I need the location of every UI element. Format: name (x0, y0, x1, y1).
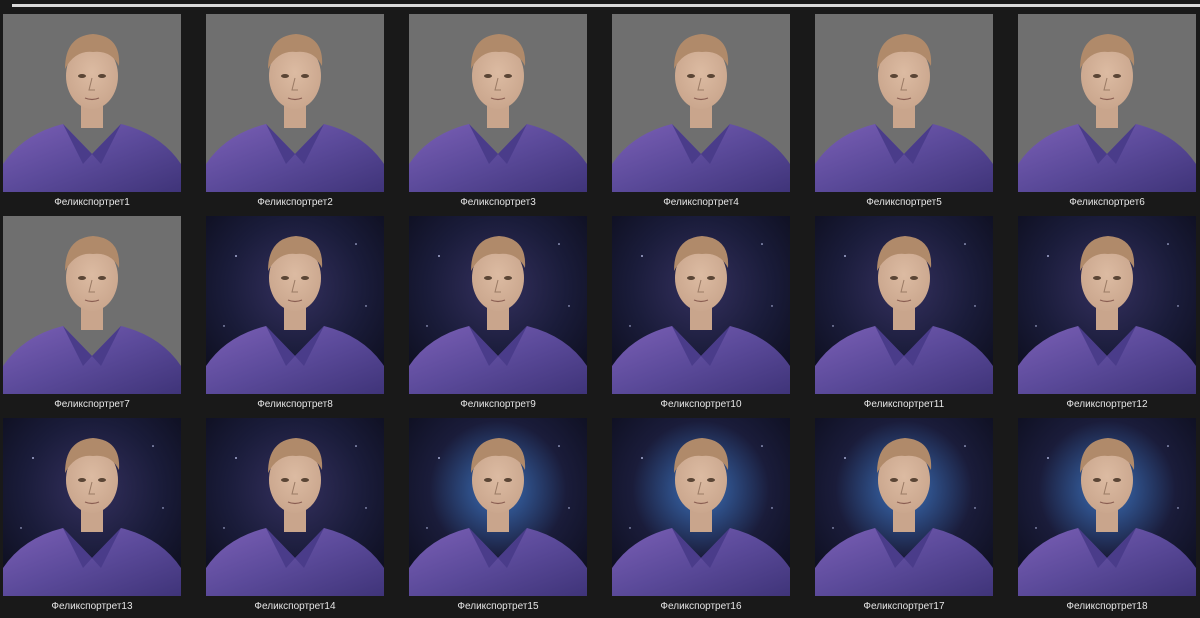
thumbnail-preview[interactable] (206, 216, 384, 394)
file-thumbnail[interactable]: Феликспортрет2 (206, 14, 384, 214)
thumbnail-preview[interactable] (1018, 216, 1196, 394)
file-name-label[interactable]: Феликспортрет3 (409, 197, 587, 208)
portrait-thumbnail-image (409, 14, 587, 192)
file-thumbnail[interactable]: Феликспортрет8 (206, 216, 384, 416)
file-thumbnail[interactable]: Феликспортрет11 (815, 216, 993, 416)
file-thumbnail[interactable]: Феликспортрет4 (612, 14, 790, 214)
file-name-label[interactable]: Феликспортрет12 (1018, 399, 1196, 410)
thumbnail-preview[interactable] (815, 418, 993, 596)
file-name-label[interactable]: Феликспортрет7 (3, 399, 181, 410)
file-thumbnail[interactable]: Феликспортрет17 (815, 418, 993, 618)
file-thumbnail[interactable]: Феликспортрет6 (1018, 14, 1196, 214)
thumbnail-preview[interactable] (612, 418, 790, 596)
thumbnail-preview[interactable] (206, 418, 384, 596)
file-thumbnail[interactable]: Феликспортрет12 (1018, 216, 1196, 416)
portrait-thumbnail-image (815, 216, 993, 394)
file-name-label[interactable]: Феликспортрет1 (3, 197, 181, 208)
portrait-thumbnail-image (206, 14, 384, 192)
file-thumbnail[interactable]: Феликспортрет5 (815, 14, 993, 214)
file-name-label[interactable]: Феликспортрет16 (612, 601, 790, 612)
thumbnail-preview[interactable] (3, 216, 181, 394)
portrait-thumbnail-image (409, 418, 587, 596)
portrait-thumbnail-image (815, 418, 993, 596)
thumbnail-preview[interactable] (1018, 14, 1196, 192)
thumbnail-preview[interactable] (815, 14, 993, 192)
thumbnail-preview[interactable] (409, 418, 587, 596)
file-name-label[interactable]: Феликспортрет14 (206, 601, 384, 612)
file-thumbnail[interactable]: Феликспортрет1 (3, 14, 181, 214)
portrait-thumbnail-image (612, 14, 790, 192)
portrait-thumbnail-image (612, 216, 790, 394)
thumbnail-preview[interactable] (815, 216, 993, 394)
thumbnail-preview[interactable] (612, 14, 790, 192)
portrait-thumbnail-image (1018, 216, 1196, 394)
portrait-thumbnail-image (3, 418, 181, 596)
thumbnail-preview[interactable] (206, 14, 384, 192)
thumbnail-preview[interactable] (409, 216, 587, 394)
portrait-thumbnail-image (815, 14, 993, 192)
portrait-thumbnail-image (206, 418, 384, 596)
portrait-thumbnail-image (3, 216, 181, 394)
file-name-label[interactable]: Феликспортрет15 (409, 601, 587, 612)
thumbnail-preview[interactable] (409, 14, 587, 192)
file-name-label[interactable]: Феликспортрет6 (1018, 197, 1196, 208)
portrait-thumbnail-image (409, 216, 587, 394)
file-name-label[interactable]: Феликспортрет17 (815, 601, 993, 612)
file-name-label[interactable]: Феликспортрет9 (409, 399, 587, 410)
file-name-label[interactable]: Феликспортрет11 (815, 399, 993, 410)
file-name-label[interactable]: Феликспортрет8 (206, 399, 384, 410)
file-thumbnail[interactable]: Феликспортрет9 (409, 216, 587, 416)
file-thumbnail[interactable]: Феликспортрет14 (206, 418, 384, 618)
thumbnail-preview[interactable] (1018, 418, 1196, 596)
file-name-label[interactable]: Феликспортрет13 (3, 601, 181, 612)
thumbnail-grid: Феликспортрет1 Феликспортрет2 Феликспорт… (0, 0, 1200, 613)
thumbnail-preview[interactable] (3, 14, 181, 192)
portrait-thumbnail-image (3, 14, 181, 192)
file-thumbnail[interactable]: Феликспортрет18 (1018, 418, 1196, 618)
file-thumbnail[interactable]: Феликспортрет7 (3, 216, 181, 416)
portrait-thumbnail-image (1018, 14, 1196, 192)
file-thumbnail[interactable]: Феликспортрет15 (409, 418, 587, 618)
thumbnail-preview[interactable] (3, 418, 181, 596)
file-name-label[interactable]: Феликспортрет4 (612, 197, 790, 208)
file-name-label[interactable]: Феликспортрет10 (612, 399, 790, 410)
portrait-thumbnail-image (206, 216, 384, 394)
file-name-label[interactable]: Феликспортрет5 (815, 197, 993, 208)
file-thumbnail[interactable]: Феликспортрет13 (3, 418, 181, 618)
file-name-label[interactable]: Феликспортрет18 (1018, 601, 1196, 612)
file-thumbnail[interactable]: Феликспортрет10 (612, 216, 790, 416)
file-name-label[interactable]: Феликспортрет2 (206, 197, 384, 208)
file-thumbnail[interactable]: Феликспортрет16 (612, 418, 790, 618)
file-thumbnail[interactable]: Феликспортрет3 (409, 14, 587, 214)
portrait-thumbnail-image (1018, 418, 1196, 596)
portrait-thumbnail-image (612, 418, 790, 596)
thumbnail-preview[interactable] (612, 216, 790, 394)
